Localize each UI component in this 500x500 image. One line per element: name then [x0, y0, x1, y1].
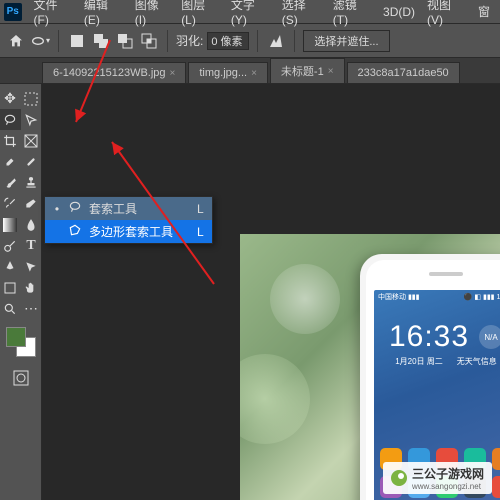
eyedropper-tool[interactable] [0, 151, 21, 172]
menu-select[interactable]: 选择(S) [276, 0, 327, 27]
watermark-url: www.sangongzi.net [412, 482, 484, 491]
color-swatches[interactable] [6, 327, 36, 357]
healing-tool[interactable] [21, 151, 42, 172]
tools-panel: ✥ T [0, 84, 42, 500]
selection-subtract-icon[interactable] [115, 31, 135, 51]
workspace: ✥ T [0, 84, 500, 500]
watermark-logo-icon [391, 470, 407, 486]
bokeh [240, 354, 310, 444]
gradient-tool[interactable] [0, 214, 21, 235]
status-left: 中国移动 ▮▮▮ [378, 292, 420, 302]
crop-tool[interactable] [0, 130, 21, 151]
flyout-label: 多边形套索工具 [89, 223, 173, 240]
document-tabs: 6-14092215123WB.jpg × timg.jpg... × 未标题-1 ×… [0, 58, 500, 84]
shortcut-key: L [179, 202, 204, 216]
move-tool[interactable]: ✥ [0, 88, 21, 109]
watermark-text: 三公子游戏网 [412, 465, 484, 482]
antialiasing-icon[interactable] [266, 31, 286, 51]
pen-tool[interactable] [0, 256, 21, 277]
clock-date: 1月20日 周二 [395, 356, 443, 367]
canvas-area[interactable]: 中国移动 ▮▮▮ ⚫ ◧ ▮▮▮ 16:33 16:33 N/A 1月20日 周… [42, 84, 500, 500]
lasso-icon [67, 200, 83, 217]
flyout-item-polygonal-lasso[interactable]: 多边形套索工具 L [45, 220, 212, 243]
tab-document[interactable]: 未标题-1 × [270, 58, 345, 83]
close-icon[interactable]: × [251, 68, 257, 79]
shape-tool[interactable] [0, 277, 21, 298]
watermark: 三公子游戏网 www.sangongzi.net [383, 462, 492, 494]
tab-label: timg.jpg... [199, 67, 247, 79]
menu-3d[interactable]: 3D(D) [377, 5, 421, 19]
menu-type[interactable]: 文字(Y) [225, 0, 276, 27]
type-tool[interactable]: T [21, 235, 42, 256]
separator [294, 30, 295, 52]
polygonal-lasso-icon [67, 223, 83, 240]
menu-file[interactable]: 文件(F) [28, 0, 78, 27]
options-bar: ▾ 羽化: 选择并遮住... [0, 24, 500, 58]
app-icon [492, 448, 500, 470]
lasso-tool[interactable] [0, 109, 21, 130]
menu-layer[interactable]: 图层(L) [175, 0, 225, 27]
tab-document[interactable]: 233c8a17a1dae50 [347, 62, 460, 83]
frame-tool[interactable] [21, 130, 42, 151]
photo-content: 中国移动 ▮▮▮ ⚫ ◧ ▮▮▮ 16:33 16:33 N/A 1月20日 周… [240, 234, 500, 500]
tab-label: 233c8a17a1dae50 [358, 67, 449, 79]
menu-bar: Ps 文件(F) 编辑(E) 图像(I) 图层(L) 文字(Y) 选择(S) 滤… [0, 0, 500, 24]
quick-select-tool[interactable] [21, 109, 42, 130]
eraser-tool[interactable] [21, 193, 42, 214]
tool-preset-icon[interactable]: ▾ [30, 31, 50, 51]
feather-input[interactable] [207, 32, 249, 50]
hand-tool[interactable] [21, 277, 42, 298]
tab-label: 6-14092215123WB.jpg [53, 67, 166, 79]
menu-view[interactable]: 视图(V) [421, 0, 472, 27]
selection-add-icon[interactable] [91, 31, 111, 51]
weather-badge: N/A [479, 325, 500, 349]
app-icon [492, 476, 500, 498]
separator [257, 30, 258, 52]
bokeh [270, 264, 340, 334]
dodge-tool[interactable] [0, 235, 21, 256]
tab-document[interactable]: 6-14092215123WB.jpg × [42, 62, 186, 83]
flyout-label: 套索工具 [89, 200, 137, 217]
tab-document[interactable]: timg.jpg... × [188, 62, 268, 83]
marquee-tool[interactable] [21, 88, 42, 109]
separator [58, 30, 59, 52]
selection-new-icon[interactable] [67, 31, 87, 51]
quick-mask-toggle[interactable] [0, 367, 42, 388]
separator [167, 30, 168, 52]
zoom-tool[interactable] [0, 298, 21, 319]
menu-edit[interactable]: 编辑(E) [78, 0, 129, 27]
phone-speaker [429, 272, 463, 276]
home-icon[interactable] [6, 31, 26, 51]
menu-image[interactable]: 图像(I) [129, 0, 175, 27]
close-icon[interactable]: × [170, 68, 176, 79]
clock-time: 16:33 [389, 320, 469, 354]
foreground-color[interactable] [6, 327, 26, 347]
edit-toolbar[interactable]: ⋯ [21, 298, 42, 319]
flyout-item-lasso[interactable]: • 套索工具 L [45, 197, 212, 220]
selection-intersect-icon[interactable] [139, 31, 159, 51]
path-select-tool[interactable] [21, 256, 42, 277]
blur-tool[interactable] [21, 214, 42, 235]
menu-window[interactable]: 窗 [472, 3, 496, 20]
history-brush-tool[interactable] [0, 193, 21, 214]
menu-filter[interactable]: 滤镜(T) [327, 0, 377, 27]
status-right: ⚫ ◧ ▮▮▮ 16:33 [464, 293, 500, 301]
lasso-flyout-menu: • 套索工具 L 多边形套索工具 L [44, 196, 213, 244]
stamp-tool[interactable] [21, 172, 42, 193]
tab-label: 未标题-1 [281, 63, 324, 79]
app-logo: Ps [4, 3, 22, 21]
feather-label: 羽化: [176, 32, 203, 49]
weather-text: 无天气信息 [457, 356, 497, 367]
close-icon[interactable]: × [328, 66, 334, 77]
brush-tool[interactable] [0, 172, 21, 193]
select-and-mask-button[interactable]: 选择并遮住... [303, 30, 389, 52]
bullet-icon: • [53, 202, 61, 216]
shortcut-key: L [179, 225, 204, 239]
